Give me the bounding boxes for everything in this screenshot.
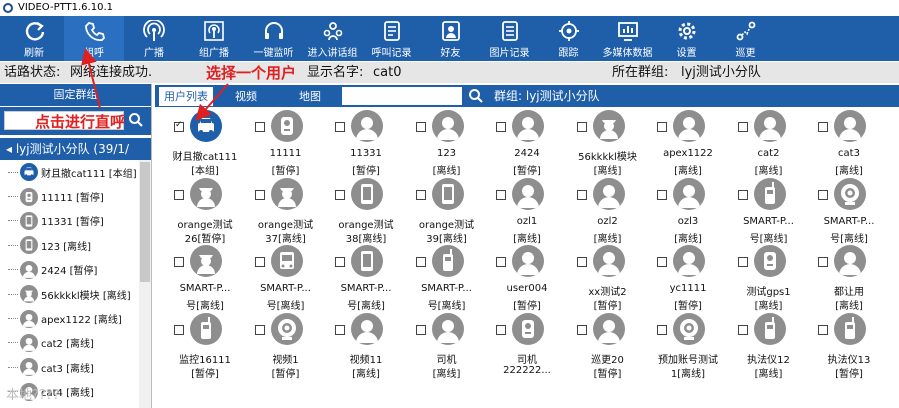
annotation-arrows xyxy=(81,48,229,121)
watermark: 本地???? xyxy=(6,388,60,403)
arrow-to-user xyxy=(195,83,229,121)
arrow-to-call-button xyxy=(81,48,101,109)
app-window: VIDEO-PTT1.6.10.1 刷新 组呼 广播 组广播 一键监听 进入讲话组 呼叫记录… xyxy=(0,0,899,408)
